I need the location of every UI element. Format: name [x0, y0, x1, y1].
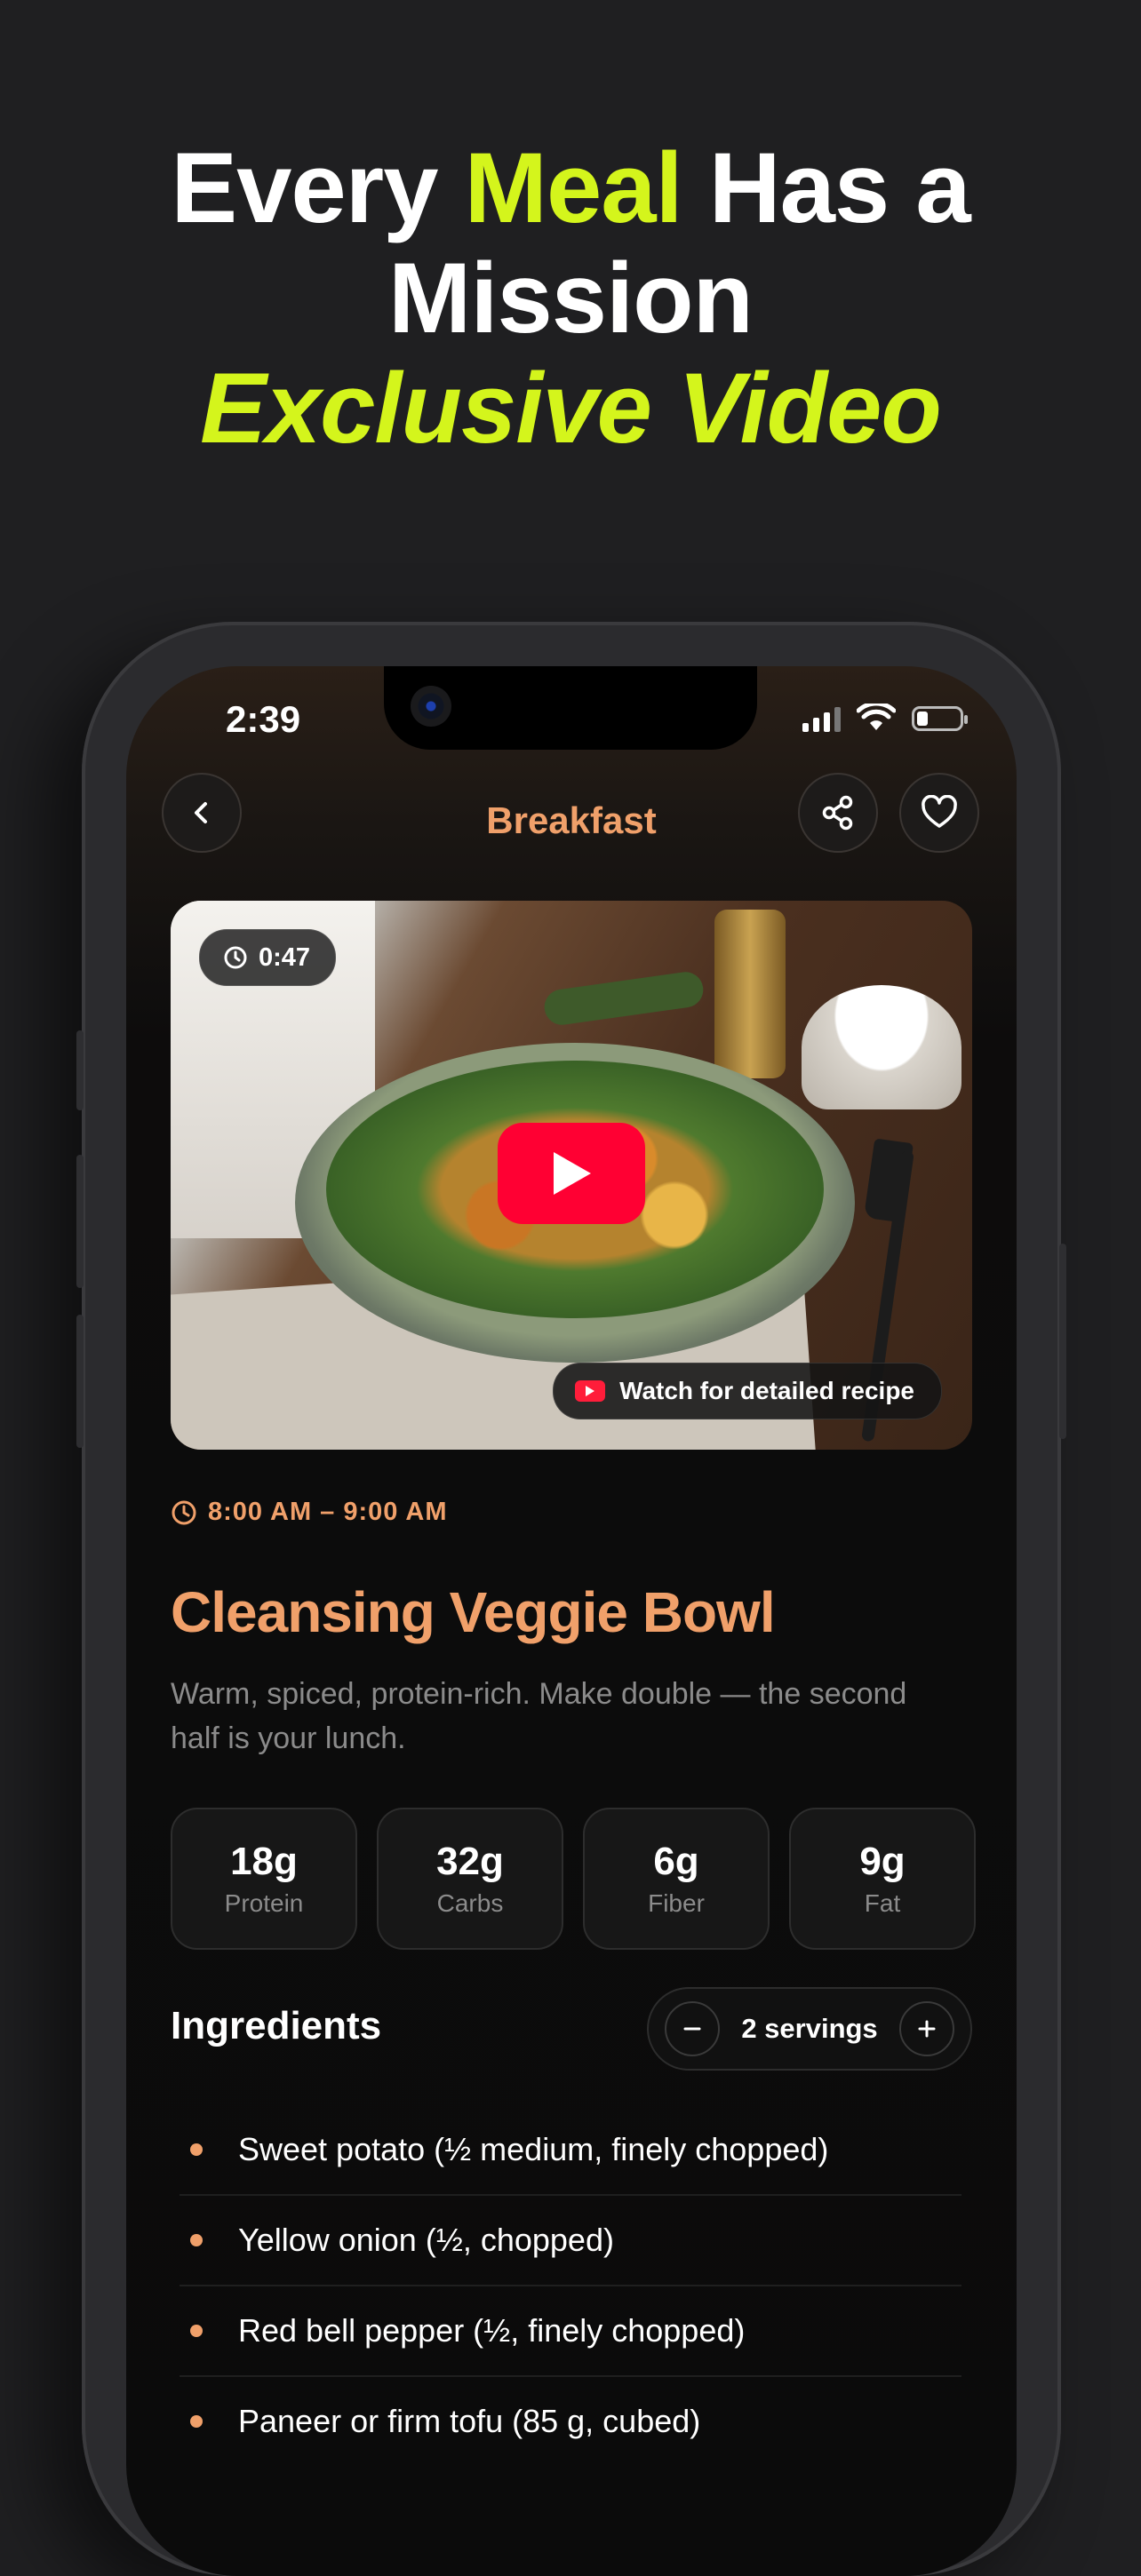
heart-icon — [922, 795, 957, 828]
power-button — [1059, 1244, 1066, 1439]
camera-icon — [411, 686, 451, 727]
meal-title: Cleansing Veggie Bowl — [171, 1580, 776, 1644]
list-item: Sweet potato (½ medium, finely chopped) — [180, 2105, 961, 2196]
macro-card-fat: 9g Fat — [789, 1808, 976, 1950]
list-item: Yellow onion (½, chopped) — [180, 2196, 961, 2286]
bullet-dot — [190, 2415, 203, 2428]
play-icon — [554, 1152, 591, 1195]
bullet-dot — [190, 2325, 203, 2337]
ingredient-text: Red bell pepper (½, finely chopped) — [238, 2312, 746, 2349]
clock-icon — [224, 946, 247, 969]
volume-up-button — [76, 1155, 84, 1288]
play-button[interactable] — [498, 1123, 645, 1224]
macros-row: 18g Protein 32g Carbs 6g Fiber 9g Fat — [171, 1808, 976, 1950]
ingredients-heading: Ingredients — [171, 2004, 382, 2047]
macro-label: Fat — [864, 1889, 901, 1917]
macro-value: 9g — [859, 1840, 906, 1883]
video-salt-cellar — [802, 985, 961, 1109]
watch-recipe-label: Watch for detailed recipe — [619, 1377, 914, 1404]
list-item: Paneer or firm tofu (85 g, cubed) — [180, 2377, 961, 2466]
phone-frame: 2:39 Breakfast 0:47 Watch for detailed r… — [76, 622, 1066, 2576]
servings-count: 2 servings — [741, 2013, 878, 2044]
macro-card-fiber: 6g Fiber — [583, 1808, 770, 1950]
page-title: Breakfast — [486, 799, 657, 841]
headline-text: Every — [171, 132, 465, 243]
recipe-video[interactable]: 0:47 Watch for detailed recipe — [171, 901, 972, 1450]
mute-switch — [76, 1030, 84, 1110]
macro-label: Fiber — [648, 1889, 705, 1917]
meal-description: Warm, spiced, protein-rich. Make double … — [171, 1677, 907, 1755]
ingredient-text: Sweet potato (½ medium, finely chopped) — [238, 2131, 829, 2167]
phone-screen: 2:39 Breakfast 0:47 Watch for detailed r… — [126, 666, 1017, 2576]
macro-value: 32g — [436, 1840, 504, 1883]
increase-servings-button[interactable] — [899, 2001, 954, 2056]
volume-down-button — [76, 1315, 84, 1448]
bullet-dot — [190, 2234, 203, 2246]
status-time: 2:39 — [226, 698, 301, 740]
macro-label: Protein — [224, 1889, 304, 1917]
headline-line-2: Mission — [388, 242, 754, 354]
bullet-dot — [190, 2143, 203, 2156]
marketing-headline: Every Meal Has a Mission Exclusive Video — [0, 133, 1141, 464]
macro-label: Carbs — [436, 1889, 504, 1917]
list-item: Red bell pepper (½, finely chopped) — [180, 2286, 961, 2377]
video-pepper-grinder — [714, 910, 786, 1078]
time-range-text: 8:00 AM – 9:00 AM — [208, 1498, 448, 1526]
macro-value: 6g — [653, 1840, 699, 1883]
headline-accent-word: Meal — [464, 132, 683, 243]
meal-time-range: 8:00 AM – 9:00 AM — [171, 1498, 448, 1527]
status-icons — [802, 704, 968, 734]
youtube-icon — [575, 1380, 606, 1402]
share-button[interactable] — [798, 773, 878, 853]
servings-stepper: 2 servings — [647, 1987, 972, 2071]
headline-subtitle: Exclusive Video — [200, 353, 942, 464]
cellular-signal-icon — [802, 705, 841, 732]
ingredient-text: Yellow onion (½, chopped) — [238, 2222, 614, 2258]
battery-icon — [912, 706, 968, 731]
macro-value: 18g — [230, 1840, 298, 1883]
video-duration: 0:47 — [259, 942, 311, 972]
macro-card-carbs: 32g Carbs — [377, 1808, 563, 1950]
minus-icon — [683, 2027, 701, 2031]
watch-recipe-badge[interactable]: Watch for detailed recipe — [553, 1363, 942, 1419]
plus-icon — [918, 2020, 936, 2038]
wifi-icon — [857, 704, 896, 730]
headline-text: Has a — [682, 132, 971, 243]
clock-icon — [172, 1500, 196, 1524]
video-duration-badge: 0:47 — [199, 929, 337, 986]
ingredient-text: Paneer or firm tofu (85 g, cubed) — [238, 2403, 701, 2439]
favorite-button[interactable] — [899, 773, 979, 853]
share-icon — [822, 795, 853, 831]
decrease-servings-button[interactable] — [665, 2001, 720, 2056]
ingredients-list: Sweet potato (½ medium, finely chopped) … — [180, 2105, 961, 2466]
headline-line-1: Every Meal Has a — [0, 133, 1141, 243]
macro-card-protein: 18g Protein — [171, 1808, 357, 1950]
video-herb-sprig — [542, 969, 706, 1028]
